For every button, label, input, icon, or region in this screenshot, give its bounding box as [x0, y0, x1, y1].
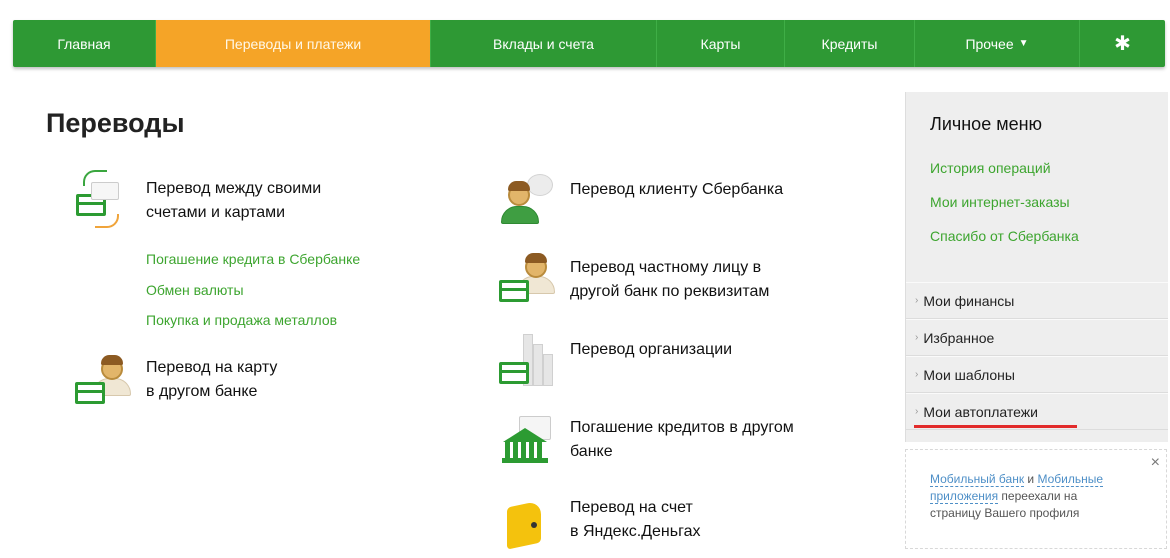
nav-label: Переводы и платежи: [224, 35, 362, 52]
page-title: Переводы: [46, 108, 185, 138]
person-icon: [497, 168, 557, 228]
link-currency-exchange[interactable]: Обмен валюты: [146, 282, 244, 298]
transfer-own-accounts-line1: Перевод между своими: [146, 180, 322, 197]
chevron-down-icon: ▼: [1018, 38, 1029, 49]
transfer-sberbank-client-label: Перевод клиенту Сбербанка: [570, 181, 784, 198]
nav-home[interactable]: Главная: [13, 20, 156, 67]
personal-menu-title: Личное меню: [930, 114, 1043, 134]
link-internet-orders[interactable]: Мои интернет-заказы: [930, 194, 1070, 210]
personal-menu: Личное меню История операций Мои интерне…: [905, 92, 1168, 442]
settings-button[interactable]: ✱: [1080, 20, 1165, 67]
link-sberbank-loan-repayment[interactable]: Погашение кредита в Сбербанке: [146, 251, 360, 267]
sidebar-item-templates[interactable]: › Мои шаблоны: [906, 356, 1168, 393]
bank-building-icon: [497, 410, 557, 470]
transfer-card-other-bank-line2: в другом банке: [146, 383, 258, 400]
notice-text: Мобильный банк и Мобильные приложения пе…: [930, 471, 1130, 522]
page: Главная Переводы и платежи Вклады и счет…: [0, 0, 1170, 558]
chevron-right-icon: ›: [915, 332, 919, 343]
transfer-own-accounts[interactable]: Перевод между своими счетами и картами: [73, 170, 321, 230]
top-nav: Главная Переводы и платежи Вклады и счет…: [13, 20, 1165, 67]
nav-credits[interactable]: Кредиты: [785, 20, 915, 67]
highlight-underline: [914, 425, 1077, 428]
link-spasibo[interactable]: Спасибо от Сбербанка: [930, 228, 1079, 244]
nav-transfers-payments[interactable]: Переводы и платежи: [156, 20, 431, 67]
gear-icon: ✱: [1114, 33, 1131, 55]
transfer-yandex-money-line2: в Яндекс.Деньгах: [570, 523, 701, 540]
chevron-right-icon: ›: [915, 295, 919, 306]
transfer-yandex-money-line1: Перевод на счет: [570, 499, 693, 516]
transfer-person-other-bank[interactable]: Перевод частному лицу в другой банк по р…: [497, 250, 769, 310]
nav-deposits[interactable]: Вклады и счета: [431, 20, 657, 67]
link-metals-trade[interactable]: Покупка и продажа металлов: [146, 312, 337, 328]
sidebar-item-label: Мои финансы: [923, 292, 1015, 309]
transfer-card-other-bank-line1: Перевод на карту: [146, 359, 278, 376]
building-card-icon: [497, 330, 557, 390]
nav-cards[interactable]: Карты: [657, 20, 785, 67]
nav-label: Карты: [700, 35, 741, 52]
transfer-own-accounts-line2: счетами и картами: [146, 204, 286, 221]
transfer-person-other-bank-line2: другой банк по реквизитам: [570, 283, 770, 300]
link-operations-history[interactable]: История операций: [930, 160, 1051, 176]
nav-label: Прочее: [965, 35, 1014, 52]
close-icon[interactable]: ×: [1151, 454, 1160, 472]
nav-label: Вклады и счета: [493, 35, 594, 52]
nav-label: Главная: [57, 35, 111, 52]
repay-loans-other-bank[interactable]: Погашение кредитов в другом банке: [497, 410, 794, 470]
transfer-sberbank-client[interactable]: Перевод клиенту Сбербанка: [497, 168, 783, 228]
transfer-card-other-bank[interactable]: Перевод на карту в другом банке: [73, 352, 277, 412]
exchange-cards-icon: [73, 170, 133, 230]
sidebar-item-favorites[interactable]: › Избранное: [906, 319, 1168, 356]
person-card-icon: [73, 352, 133, 412]
chevron-right-icon: ›: [915, 369, 919, 380]
sidebar-item-finances[interactable]: › Мои финансы: [906, 282, 1168, 319]
notice-and: и: [1024, 472, 1038, 486]
person-card-icon: [497, 250, 557, 310]
sidebar-item-label: Мои шаблоны: [923, 366, 1015, 383]
mobile-notice: × Мобильный банк и Мобильные приложения …: [905, 449, 1167, 549]
sidebar-item-label: Избранное: [923, 329, 995, 346]
transfer-yandex-money[interactable]: Перевод на счет в Яндекс.Деньгах: [497, 490, 700, 550]
nav-label: Кредиты: [821, 35, 878, 52]
transfer-person-other-bank-line1: Перевод частному лицу в: [570, 259, 762, 276]
transfer-organization[interactable]: Перевод организации: [497, 330, 732, 390]
sidebar-item-label: Мои автоплатежи: [923, 403, 1038, 420]
link-mobile-bank[interactable]: Мобильный банк: [930, 472, 1025, 487]
nav-other[interactable]: Прочее ▼: [915, 20, 1080, 67]
repay-loans-other-bank-line2: банке: [570, 443, 613, 460]
yandex-wallet-icon: [497, 490, 557, 550]
transfer-organization-label: Перевод организации: [570, 341, 733, 358]
repay-loans-other-bank-line1: Погашение кредитов в другом: [570, 419, 794, 436]
chevron-right-icon: ›: [915, 406, 919, 417]
